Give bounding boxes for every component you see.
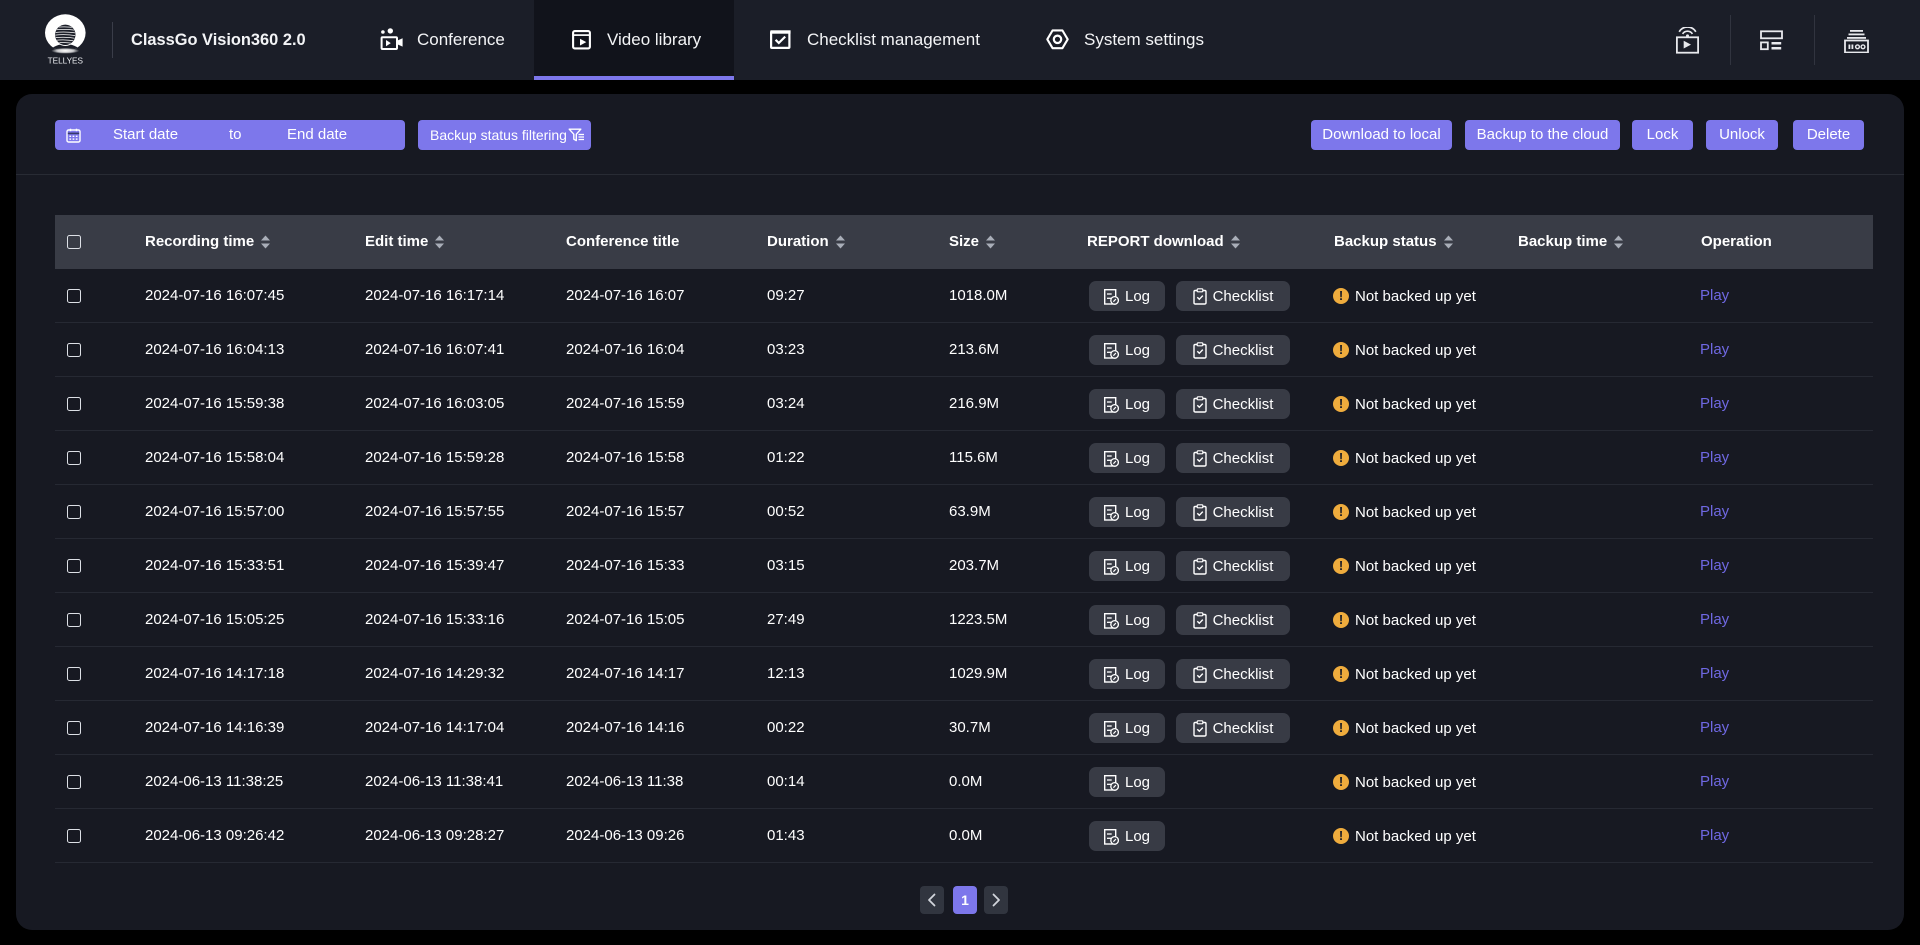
svg-text:TELLYES: TELLYES <box>48 57 84 66</box>
